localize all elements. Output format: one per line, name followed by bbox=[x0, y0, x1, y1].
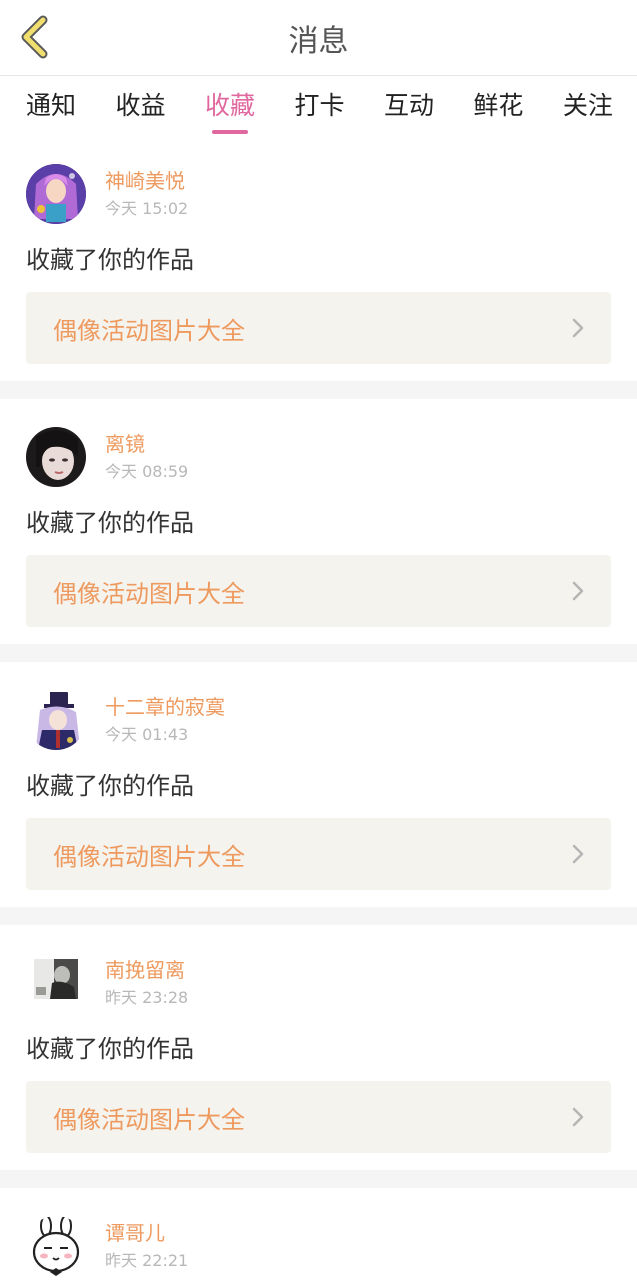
user-row: 离镜 今天 08:59 bbox=[26, 427, 611, 489]
timestamp: 今天 15:02 bbox=[105, 199, 189, 218]
work-link[interactable]: 偶像活动图片大全 bbox=[26, 818, 611, 890]
message-card: 谭哥儿 昨天 22:21 bbox=[0, 1188, 637, 1280]
tab-notifications[interactable]: 通知 bbox=[26, 78, 76, 134]
message-card: 十二章的寂寞 今天 01:43 收藏了你的作品 偶像活动图片大全 bbox=[0, 662, 637, 925]
work-link[interactable]: 偶像活动图片大全 bbox=[26, 1081, 611, 1153]
page-title: 消息 bbox=[288, 23, 349, 59]
avatar[interactable] bbox=[26, 164, 86, 224]
work-title: 偶像活动图片大全 bbox=[53, 1105, 245, 1134]
chevron-right-icon bbox=[571, 843, 585, 865]
avatar[interactable] bbox=[26, 953, 86, 1013]
anime-girl-avatar-icon bbox=[26, 164, 86, 224]
tab-checkin[interactable]: 打卡 bbox=[294, 78, 344, 134]
user-row: 十二章的寂寞 今天 01:43 bbox=[26, 690, 611, 752]
user-row: 神崎美悦 今天 15:02 bbox=[26, 164, 611, 226]
girl-photo-avatar-icon bbox=[26, 427, 86, 487]
username[interactable]: 神崎美悦 bbox=[105, 168, 188, 194]
message-card: 离镜 今天 08:59 收藏了你的作品 偶像活动图片大全 bbox=[0, 399, 637, 662]
tab-favorites[interactable]: 收藏 bbox=[205, 78, 255, 134]
action-text: 收藏了你的作品 bbox=[26, 246, 194, 274]
work-link[interactable]: 偶像活动图片大全 bbox=[26, 292, 611, 364]
avatar[interactable] bbox=[26, 427, 86, 487]
timestamp: 今天 08:59 bbox=[105, 462, 189, 481]
top-hat-character-avatar-icon bbox=[26, 690, 86, 750]
work-title: 偶像活动图片大全 bbox=[53, 842, 245, 871]
username[interactable]: 十二章的寂寞 bbox=[105, 694, 225, 720]
chevron-right-icon bbox=[571, 317, 585, 339]
avatar[interactable] bbox=[26, 690, 86, 750]
timestamp: 昨天 22:21 bbox=[105, 1251, 189, 1270]
tab-interactions[interactable]: 互动 bbox=[384, 78, 434, 134]
username[interactable]: 谭哥儿 bbox=[105, 1220, 188, 1246]
message-card: 南挽留离 昨天 23:28 收藏了你的作品 偶像活动图片大全 bbox=[0, 925, 637, 1188]
timestamp: 昨天 23:28 bbox=[105, 988, 189, 1007]
work-title: 偶像活动图片大全 bbox=[53, 316, 245, 345]
action-text: 收藏了你的作品 bbox=[26, 1035, 194, 1063]
action-text: 收藏了你的作品 bbox=[26, 509, 194, 537]
timestamp: 今天 01:43 bbox=[105, 725, 189, 744]
message-list: 神崎美悦 今天 15:02 收藏了你的作品 偶像活动图片大全 离镜 今天 08:… bbox=[0, 136, 637, 1280]
tab-bar: 通知 收益 收藏 打卡 互动 鲜花 关注 bbox=[0, 76, 637, 136]
cartoon-rabbit-avatar-icon bbox=[26, 1216, 86, 1276]
avatar[interactable] bbox=[26, 1216, 86, 1276]
work-title: 偶像活动图片大全 bbox=[53, 579, 245, 608]
message-card: 神崎美悦 今天 15:02 收藏了你的作品 偶像活动图片大全 bbox=[0, 136, 637, 399]
header: 消息 bbox=[0, 0, 637, 76]
bw-photo-avatar-icon bbox=[26, 953, 86, 1013]
username[interactable]: 南挽留离 bbox=[105, 957, 188, 983]
username[interactable]: 离镜 bbox=[105, 431, 188, 457]
tab-follows[interactable]: 关注 bbox=[563, 78, 613, 134]
tab-earnings[interactable]: 收益 bbox=[115, 78, 165, 134]
chevron-right-icon bbox=[571, 580, 585, 602]
messages-page: 消息 通知 收益 收藏 打卡 互动 鲜花 关注 神崎美悦 今天 15:02 收藏… bbox=[0, 0, 637, 1280]
user-row: 谭哥儿 昨天 22:21 bbox=[26, 1216, 611, 1278]
user-row: 南挽留离 昨天 23:28 bbox=[26, 953, 611, 1015]
action-text: 收藏了你的作品 bbox=[26, 772, 194, 800]
tab-flowers[interactable]: 鲜花 bbox=[473, 78, 523, 134]
work-link[interactable]: 偶像活动图片大全 bbox=[26, 555, 611, 627]
chevron-right-icon bbox=[571, 1106, 585, 1128]
